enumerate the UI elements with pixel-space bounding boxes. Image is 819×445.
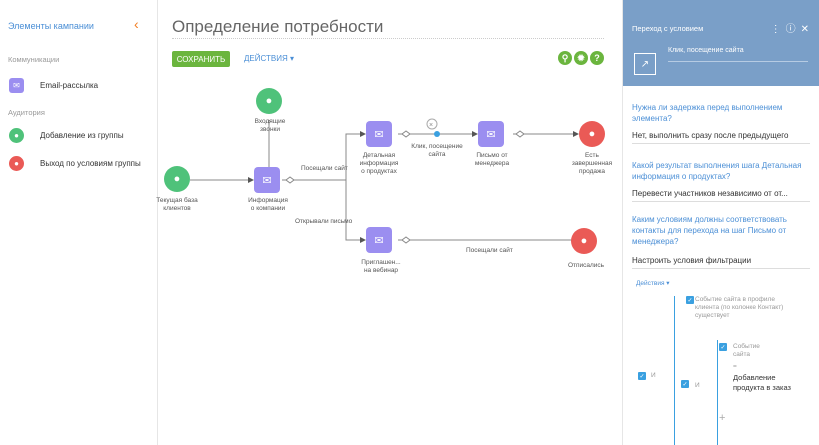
- node-company-info[interactable]: ✉: [254, 167, 280, 193]
- node-label: Приглашен... на вебинар: [361, 259, 401, 274]
- edge-label: Посещали сайт: [301, 165, 348, 172]
- panel-title: Переход с условием: [632, 24, 704, 33]
- subgroup-and-label: И: [695, 382, 700, 389]
- transition-name[interactable]: Клик, посещение сайта: [668, 47, 744, 54]
- transition-icon: ↗: [634, 53, 656, 75]
- transition-settings-panel: Переход с условием ⋮ⓘ✕ ↗ Клик, посещение…: [622, 0, 819, 445]
- condition-checkbox[interactable]: ✓: [686, 296, 694, 304]
- panel-header: Переход с условием ⋮ⓘ✕ ↗ Клик, посещение…: [623, 0, 819, 86]
- node-sale-done[interactable]: ●: [579, 121, 605, 147]
- node-label: Письмо от менеджера: [474, 152, 510, 167]
- name-underline: [668, 61, 808, 62]
- node-product-details[interactable]: ✉: [366, 121, 392, 147]
- info-icon[interactable]: ⓘ: [786, 24, 801, 35]
- node-incoming-calls[interactable]: ●: [256, 88, 282, 114]
- edge-label[interactable]: Клик, посещение сайта: [410, 143, 464, 159]
- question-result: Какой результат выполнения шага Детальна…: [632, 161, 802, 181]
- node-manager-letter[interactable]: ✉: [478, 121, 504, 147]
- node-label: Детальная информация о продуктах: [359, 152, 399, 175]
- subgroup-checkbox[interactable]: ✓: [681, 380, 689, 388]
- group-and-label: И: [651, 372, 656, 379]
- answer-result[interactable]: Перевести участников независимо от от...: [632, 189, 788, 198]
- answer-conditions[interactable]: Настроить условия фильтрации: [632, 256, 751, 265]
- condition-site-event[interactable]: Событие сайта в профиле клиента (по коло…: [695, 296, 787, 320]
- close-icon[interactable]: ✕: [801, 24, 814, 35]
- node-webinar[interactable]: ✉: [366, 227, 392, 253]
- answer-delay[interactable]: Нет, выполнить сразу после предыдущего: [632, 131, 788, 140]
- edge-label: Открывали письмо: [295, 218, 353, 225]
- group-checkbox[interactable]: ✓: [638, 372, 646, 380]
- svg-text:×: ×: [429, 122, 433, 129]
- question-conditions: Каким условиям должны соответствовать ко…: [632, 215, 787, 246]
- node-current-base[interactable]: ●: [164, 166, 190, 192]
- node-label: Информация о компании: [248, 197, 288, 212]
- subcondition-operator: =: [733, 363, 737, 370]
- node-label: Текущая база клиентов: [156, 197, 198, 212]
- subcondition-value[interactable]: Добавление продукта в заказ: [733, 373, 793, 393]
- question-delay: Нужна ли задержка перед выполнением элем…: [632, 103, 783, 123]
- node-unsubscribed[interactable]: ●: [571, 228, 597, 254]
- more-icon[interactable]: ⋮: [771, 24, 786, 35]
- subcondition-field[interactable]: Событие сайта: [733, 343, 769, 359]
- add-condition-icon[interactable]: +: [719, 412, 725, 424]
- node-label: Отписались: [567, 262, 605, 269]
- edge-label: Посещали сайт: [466, 247, 513, 254]
- subcondition-checkbox[interactable]: ✓: [719, 343, 727, 351]
- node-label: Есть завершенная продажа: [571, 152, 613, 175]
- node-label: Входящие звонки: [254, 118, 286, 133]
- filter-actions-menu[interactable]: Действия ▾: [636, 280, 670, 288]
